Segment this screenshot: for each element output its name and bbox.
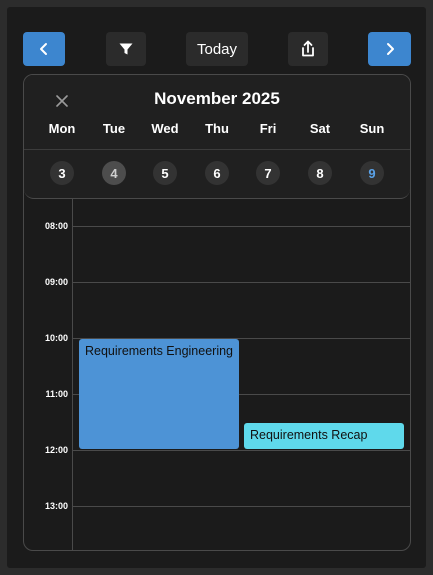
weekday-thu: Thu <box>205 121 229 136</box>
hour-label: 11:00 <box>45 389 68 399</box>
day-9-button[interactable]: 9 <box>360 161 384 185</box>
hour-line <box>73 506 410 507</box>
day-6-button[interactable]: 6 <box>205 161 229 185</box>
hour-line <box>73 450 410 451</box>
calendar-event[interactable]: Requirements Engineering <box>79 339 239 449</box>
divider <box>24 149 410 150</box>
day-4-button[interactable]: 4 <box>102 161 126 185</box>
day-8-button[interactable]: 8 <box>308 161 332 185</box>
share-button[interactable] <box>288 32 328 66</box>
previous-button[interactable] <box>23 32 65 66</box>
weekday-sat: Sat <box>309 121 331 136</box>
today-button[interactable]: Today <box>186 32 248 66</box>
hour-label: 08:00 <box>44 221 68 231</box>
share-icon <box>302 40 314 57</box>
toolbar: Today <box>7 7 426 77</box>
hour-label: 10:00 <box>44 333 68 343</box>
hour-label: 12:00 <box>44 445 68 455</box>
time-gutter-divider <box>72 199 73 550</box>
event-title: Requirements Engineering <box>85 344 234 358</box>
weekday-mon: Mon <box>48 121 76 136</box>
chevron-left-icon <box>40 43 47 55</box>
calendar-header: November 2025 Mon Tue Wed Thu Fri Sat Sun 3 4 5 6… <box>24 75 410 199</box>
filter-button[interactable] <box>106 32 146 66</box>
next-button[interactable] <box>368 32 411 66</box>
app-frame: Today November 2025 Mon Tue Wed Thu Fri Sat Su… <box>7 7 426 568</box>
day-5-button[interactable]: 5 <box>153 161 177 185</box>
hour-label: 09:00 <box>44 277 68 287</box>
day-timeline: 08:00 09:00 10:00 11:00 12:00 13:00 Requiremen… <box>24 199 410 550</box>
weekday-fri: Fri <box>259 121 277 136</box>
weekday-row: Mon Tue Wed Thu Fri Sat Sun <box>24 121 410 139</box>
week-calendar: November 2025 Mon Tue Wed Thu Fri Sat Sun 3 4 5 6… <box>23 74 411 551</box>
weekday-tue: Tue <box>102 121 126 136</box>
hour-line <box>73 226 410 227</box>
weekday-wed: Wed <box>151 121 179 136</box>
day-3-button[interactable]: 3 <box>50 161 74 185</box>
weekday-sun: Sun <box>359 121 385 136</box>
day-7-button[interactable]: 7 <box>256 161 280 185</box>
hour-label: 13:00 <box>44 501 68 511</box>
month-title: November 2025 <box>154 89 280 108</box>
filter-icon <box>119 43 133 55</box>
chevron-right-icon <box>386 43 394 55</box>
event-title: Requirements Recap <box>250 428 368 442</box>
calendar-event[interactable]: Requirements Recap <box>244 423 404 449</box>
hour-line <box>73 282 410 283</box>
